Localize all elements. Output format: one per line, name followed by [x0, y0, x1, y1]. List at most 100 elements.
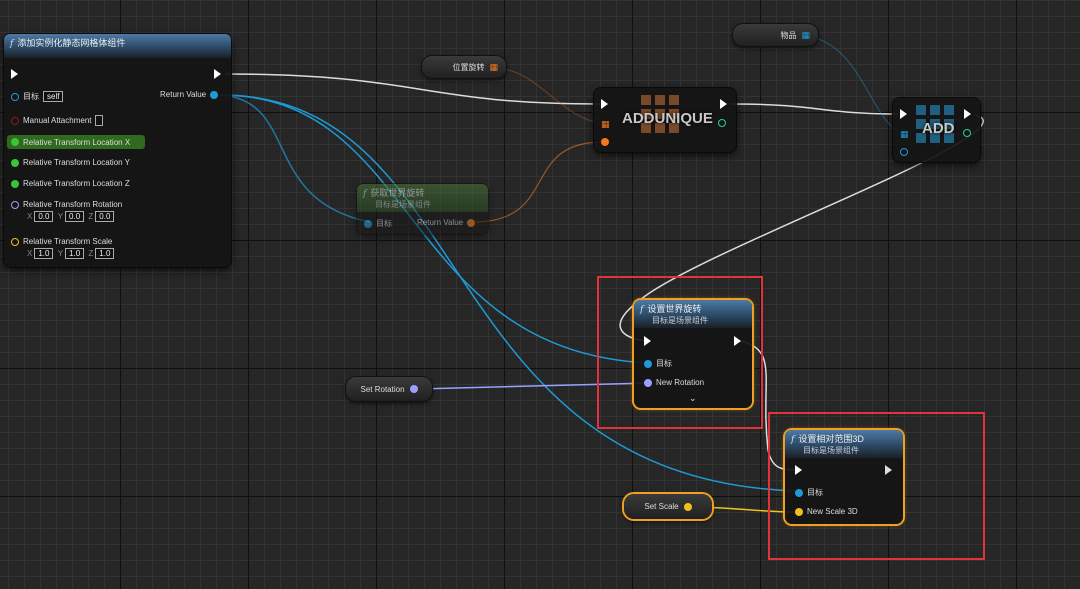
location-y-label: Relative Transform Location Y: [23, 158, 131, 167]
rotator-pin-icon: [11, 200, 19, 209]
location-z-label: Relative Transform Location Z: [23, 179, 130, 188]
exec-out-pin[interactable]: [214, 69, 221, 79]
exec-in-pin[interactable]: [601, 99, 608, 109]
variable-label: 位置旋转: [452, 62, 485, 72]
addunique-node[interactable]: ADDUNIQUE ▦: [594, 88, 736, 152]
set-scale-variable[interactable]: Set Scale: [624, 494, 712, 519]
manual-attachment-label: Manual Attachment: [23, 116, 92, 125]
target-pin[interactable]: 目标 self: [11, 91, 64, 102]
scale-x-field[interactable]: 1.0: [34, 248, 54, 259]
return-value-label: Return Value: [417, 218, 464, 227]
array-in-pin[interactable]: ▦: [601, 119, 610, 130]
rotation-label: Relative Transform Rotation: [23, 200, 123, 209]
target-value-field[interactable]: self: [43, 91, 64, 102]
transform-wire: [475, 141, 607, 223]
vector-pin-icon: [11, 237, 19, 246]
transform-wire: [495, 67, 607, 125]
rot-y-field[interactable]: 0.0: [65, 211, 85, 222]
rot-x-axis-label: X: [27, 212, 33, 221]
scale-y-field[interactable]: 1.0: [65, 248, 85, 259]
node-title: ADD: [922, 120, 955, 137]
item-in-pin[interactable]: [601, 138, 609, 146]
index-out-pin[interactable]: [963, 129, 971, 137]
return-value-pin[interactable]: Return Value: [417, 218, 476, 227]
exec-in-pin[interactable]: [11, 69, 18, 79]
float-pin-icon: [11, 138, 19, 146]
scale-z-axis-label: Z: [88, 249, 94, 258]
exec-arrow-icon: [11, 69, 18, 79]
exec-wire: [225, 73, 601, 105]
array-grid-icon: ▦: [900, 129, 909, 139]
scale-pin[interactable]: Relative Transform Scale X 1.0 Y 1.0 Z 1.0: [11, 237, 115, 259]
function-icon: f: [10, 39, 14, 49]
rot-x-field[interactable]: 0.0: [34, 211, 54, 222]
target-label: 目标: [23, 92, 39, 101]
rot-y-axis-label: Y: [57, 212, 64, 221]
location-x-label: Relative Transform Location X: [23, 137, 131, 147]
node-title: ADDUNIQUE: [622, 110, 713, 127]
array-grid-icon: ▦: [601, 119, 610, 129]
item-variable[interactable]: 物品 ▦: [733, 24, 818, 46]
scale-x-axis-label: X: [27, 249, 33, 258]
exec-arrow-icon: [900, 109, 907, 119]
rot-z-field[interactable]: 0.0: [95, 211, 115, 222]
index-out-pin[interactable]: [718, 119, 726, 127]
transform-pin-icon: [467, 218, 476, 227]
exec-in-pin[interactable]: [900, 109, 907, 119]
scale-z-field[interactable]: 1.0: [95, 248, 115, 259]
node-subtitle: 目标是场景组件: [375, 200, 431, 209]
array-in-pin[interactable]: ▦: [900, 129, 909, 140]
object-pin-icon: [210, 90, 219, 99]
exec-arrow-icon: [720, 99, 727, 109]
object-wire: [219, 94, 371, 223]
add-instanced-static-mesh-node[interactable]: f 添加实例化静态网格体组件 目标 self Return Value Manua…: [4, 34, 231, 267]
node-header: f 添加实例化静态网格体组件: [4, 34, 231, 58]
return-value-label: Return Value: [160, 90, 207, 99]
float-pin-icon: [11, 179, 19, 188]
scale-y-axis-label: Y: [57, 249, 64, 258]
location-x-pin[interactable]: Relative Transform Location X: [7, 135, 145, 149]
scale-label: Relative Transform Scale: [23, 237, 113, 246]
float-pin-icon: [11, 158, 19, 167]
return-value-pin[interactable]: Return Value: [160, 90, 219, 99]
node-title: 获取世界旋转: [370, 188, 425, 198]
exec-wire: [729, 103, 899, 115]
position-rotation-variable[interactable]: 位置旋转 ▦: [422, 56, 506, 78]
highlight-box: [597, 276, 763, 429]
object-pin-icon: [11, 92, 19, 101]
int-pin-icon: [963, 129, 971, 137]
location-z-pin[interactable]: Relative Transform Location Z: [11, 179, 130, 188]
object-wire: [803, 35, 903, 135]
int-pin-icon: [718, 119, 726, 127]
add-node[interactable]: ADD ▦: [893, 98, 980, 162]
exec-out-pin[interactable]: [964, 109, 971, 119]
variable-label: 物品: [780, 30, 797, 40]
manual-attachment-checkbox[interactable]: [95, 115, 104, 126]
array-grid-icon: ▦: [801, 29, 810, 40]
location-y-pin[interactable]: Relative Transform Location Y: [11, 158, 130, 167]
array-grid-icon: ▦: [489, 61, 498, 72]
vector-pin-icon: [683, 502, 692, 511]
variable-label: Set Rotation: [360, 384, 405, 394]
rot-z-axis-label: Z: [88, 212, 94, 221]
object-pin-icon: [364, 219, 372, 228]
target-pin[interactable]: 目标: [364, 218, 392, 229]
set-rotation-variable[interactable]: Set Rotation: [346, 377, 432, 401]
node-title: 添加实例化静态网格体组件: [17, 38, 126, 48]
rotation-pin[interactable]: Relative Transform Rotation X 0.0 Y 0.0 Z0…: [11, 200, 122, 222]
highlight-box: [768, 412, 985, 560]
get-world-rotation-node[interactable]: f 获取世界旋转 目标是场景组件 目标 Return Value: [357, 184, 488, 234]
item-in-pin[interactable]: [900, 148, 908, 156]
exec-arrow-icon: [964, 109, 971, 119]
exec-out-pin[interactable]: [720, 99, 727, 109]
manual-attachment-pin[interactable]: Manual Attachment: [11, 115, 104, 126]
transform-pin-icon: [601, 138, 609, 146]
exec-arrow-icon: [214, 69, 221, 79]
function-icon: f: [363, 189, 367, 199]
node-header: f 获取世界旋转 目标是场景组件: [357, 184, 488, 212]
rotator-pin-icon: [409, 385, 418, 393]
exec-arrow-icon: [601, 99, 608, 109]
bool-pin-icon: [11, 116, 19, 125]
object-pin-icon: [900, 148, 908, 156]
variable-label: Set Scale: [644, 502, 679, 511]
